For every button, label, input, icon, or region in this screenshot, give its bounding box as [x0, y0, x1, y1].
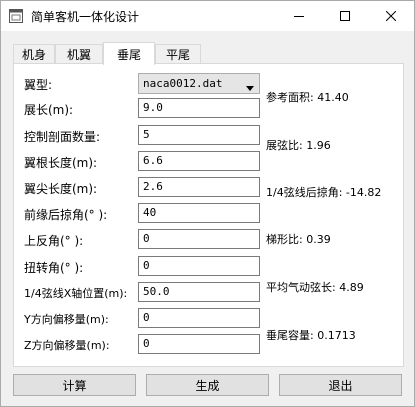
tab-panel-vertical-tail: 翼型: naca0012.dat 展长(m): 9.0 控制剖面数量: 5 翼根…: [13, 63, 404, 367]
tab-wing[interactable]: 机翼: [55, 44, 103, 64]
tip-chord-input[interactable]: 2.6: [138, 177, 260, 197]
y-offset-input[interactable]: 0: [138, 308, 260, 328]
minimize-icon: [294, 11, 304, 21]
quarter-chord-x-label: 1/4弦线X轴位置(m):: [24, 287, 128, 300]
airfoil-select-value: naca0012.dat: [143, 77, 223, 90]
airfoil-select[interactable]: naca0012.dat: [138, 73, 260, 94]
tab-horizontal-tail[interactable]: 平尾: [155, 44, 201, 64]
le-sweep-label: 前缘后掠角(° ):: [24, 208, 108, 222]
maximize-icon: [340, 11, 350, 21]
app-window: 简单客机一体化设计 机身 机翼 垂尾 平尾 翼型: naca0012.dat 展…: [0, 0, 415, 407]
airfoil-label: 翼型:: [24, 78, 53, 92]
minimize-button[interactable]: [276, 1, 322, 31]
quarter-chord-sweep-readout: 1/4弦线后掠角: -14.82: [266, 186, 382, 199]
root-chord-label: 翼根长度(m):: [24, 156, 98, 170]
twist-label: 扭转角(° ):: [24, 261, 84, 275]
dihedral-input[interactable]: 0: [138, 229, 260, 249]
twist-input[interactable]: 0: [138, 256, 260, 276]
root-chord-input[interactable]: 6.6: [138, 151, 260, 171]
tail-volume-readout: 垂尾容量: 0.1713: [266, 329, 356, 342]
sections-input[interactable]: 5: [138, 125, 260, 145]
maximize-button[interactable]: [322, 1, 368, 31]
tab-vertical-tail[interactable]: 垂尾: [103, 42, 155, 65]
y-offset-label: Y方向偏移量(m):: [24, 313, 109, 326]
window-title: 简单客机一体化设计: [31, 10, 140, 24]
generate-button[interactable]: 生成: [146, 374, 269, 396]
close-icon: [386, 11, 396, 21]
reference-area-readout: 参考面积: 41.40: [266, 91, 349, 104]
tab-fuselage[interactable]: 机身: [13, 44, 55, 64]
tip-chord-label: 翼尖长度(m):: [24, 182, 98, 196]
z-offset-input[interactable]: 0: [138, 334, 260, 354]
mean-aerodynamic-chord-readout: 平均气动弦长: 4.89: [266, 281, 364, 294]
span-input[interactable]: 9.0: [138, 98, 260, 118]
sections-label: 控制剖面数量:: [24, 130, 101, 144]
title-bar[interactable]: 简单客机一体化设计: [1, 1, 414, 31]
span-label: 展长(m):: [24, 103, 74, 117]
z-offset-label: Z方向偏移量(m):: [24, 339, 110, 352]
taper-ratio-readout: 梯形比: 0.39: [266, 233, 331, 246]
le-sweep-input[interactable]: 40: [138, 203, 260, 223]
exit-button[interactable]: 退出: [279, 374, 402, 396]
aspect-ratio-readout: 展弦比: 1.96: [266, 139, 331, 152]
dihedral-label: 上反角(° ):: [24, 234, 84, 248]
app-window-icon: [9, 9, 23, 23]
quarter-chord-x-input[interactable]: 50.0: [138, 282, 260, 302]
calculate-button[interactable]: 计算: [13, 374, 136, 396]
chevron-down-icon: [246, 81, 254, 94]
close-button[interactable]: [368, 1, 414, 31]
